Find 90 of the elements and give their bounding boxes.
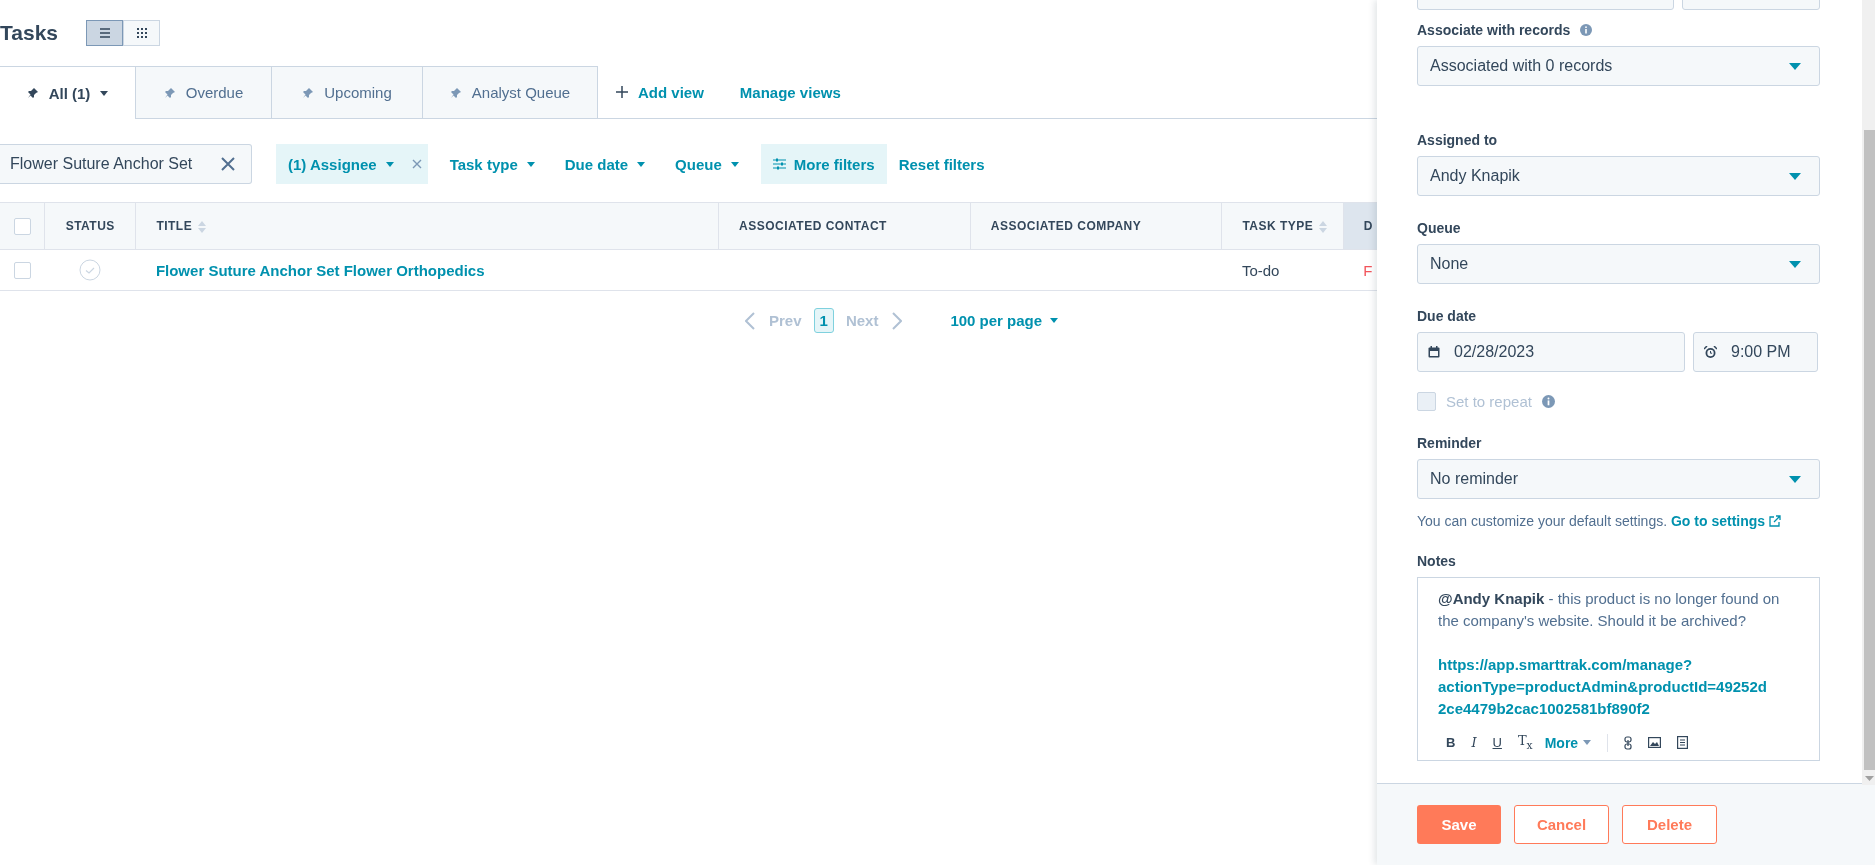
pin-icon — [26, 87, 39, 99]
view-tab[interactable]: All (1) — [0, 66, 136, 119]
clear-button[interactable]: T$_{x}$ — [1517, 733, 1533, 752]
per-page-dropdown[interactable]: 100 per page — [950, 312, 1059, 329]
info-icon[interactable] — [1580, 24, 1593, 36]
caret-icon — [1050, 318, 1059, 323]
task-title-link[interactable]: Flower Suture Anchor Set Flower Orthopedics — [155, 261, 485, 279]
note-text: @Andy Knapik - this product is no longer found on the company's website. Should it be archived? — [1438, 589, 1781, 631]
chevron-left-icon — [745, 311, 755, 330]
chevron-right-icon — [892, 311, 903, 330]
bold-button[interactable]: B — [1446, 735, 1456, 751]
caret-icon — [1583, 740, 1592, 746]
more-dropdown[interactable]: More — [1544, 734, 1592, 751]
caret-icon — [1789, 172, 1801, 180]
table-cell: F — [1363, 261, 1373, 279]
pin-icon — [449, 86, 462, 99]
go-to-settings-link[interactable]: Go to settings — [1670, 513, 1782, 529]
column-header[interactable]: TASK TYPE — [1221, 202, 1344, 250]
caret-icon — [730, 161, 739, 167]
caret-icon — [637, 161, 646, 167]
view-tab[interactable]: Upcoming — [272, 66, 423, 118]
list-view-button[interactable] — [86, 20, 123, 46]
calendar-icon — [1428, 346, 1440, 358]
save-button[interactable]: Save — [1417, 805, 1501, 844]
search-field[interactable]: Flower Suture Anchor Set — [0, 144, 252, 184]
sort-icon[interactable] — [198, 220, 207, 233]
info-icon[interactable] — [1541, 395, 1555, 408]
time-field[interactable]: 9:00 PM — [1693, 332, 1818, 372]
pin-icon — [163, 86, 176, 99]
field-label: Associate with records — [1417, 22, 1571, 38]
status-check-icon[interactable] — [79, 259, 102, 281]
note-link[interactable]: https://app.smarttrak.com/manage?actionType=productAdmin&productId=49252d2ce4479b2cac1002581bf890f2 — [1438, 654, 1768, 720]
link-icon[interactable] — [1624, 735, 1633, 750]
underline-button[interactable]: U — [1492, 735, 1502, 751]
image-icon[interactable] — [1648, 737, 1662, 749]
date-field[interactable]: 02/28/2023 — [1417, 332, 1685, 372]
panel-button[interactable]: Cancel — [1514, 805, 1609, 844]
grid-view-button[interactable] — [123, 20, 160, 46]
pin-icon — [302, 86, 315, 99]
caret-icon — [526, 161, 535, 167]
italic-button[interactable]: I — [1471, 735, 1477, 751]
field-label: Queue — [1417, 220, 1461, 236]
remove-filter-icon[interactable] — [411, 159, 422, 169]
column-header[interactable]: STATUS — [44, 202, 136, 250]
select-dropdown[interactable]: Associated with 0 records — [1417, 46, 1820, 86]
select-all-checkbox[interactable] — [13, 217, 31, 235]
page-title: Tasks — [0, 21, 58, 45]
select-dropdown[interactable]: No reminder — [1417, 459, 1820, 499]
add-view-button[interactable]: Add view — [616, 66, 704, 118]
column-header[interactable]: ASSOCIATED CONTACT — [718, 202, 971, 250]
sort-icon[interactable] — [1319, 220, 1328, 233]
select-dropdown[interactable]: Andy Knapik — [1417, 156, 1820, 196]
filter-dropdown[interactable]: Due date — [564, 144, 646, 184]
panel-button[interactable]: Delete — [1622, 805, 1717, 844]
row-checkbox[interactable] — [13, 261, 31, 279]
field-label: Reminder — [1417, 435, 1482, 451]
field-label: Assigned to — [1417, 132, 1498, 148]
list-icon — [98, 28, 111, 38]
page-number[interactable]: 1 — [813, 308, 834, 333]
caret-icon — [1789, 260, 1801, 268]
filter-dropdown[interactable]: Queue — [675, 144, 739, 184]
help-text: You can customize your default settings. Go to settings — [1417, 513, 1820, 529]
snippet-icon[interactable] — [1677, 736, 1689, 750]
sliders-icon — [772, 158, 786, 170]
column-header[interactable]: ASSOCIATED COMPANY — [970, 202, 1222, 250]
caret-icon — [1789, 62, 1801, 70]
manage-views-link[interactable]: Manage views — [739, 66, 841, 118]
caret-icon — [1789, 475, 1801, 483]
external-link-icon — [1769, 515, 1782, 527]
caret-icon — [385, 161, 394, 167]
select-dropdown[interactable]: None — [1417, 244, 1820, 284]
grid-icon — [136, 28, 147, 38]
alarm-clock-icon — [1704, 345, 1717, 359]
scrollbar[interactable] — [1862, 0, 1875, 785]
column-header[interactable]: D — [1343, 202, 1377, 250]
column-header[interactable]: TITLE — [135, 202, 719, 250]
notes-editor[interactable] — [1417, 577, 1820, 761]
plus-icon — [616, 86, 628, 98]
more-filters-button[interactable]: More filters — [760, 144, 887, 184]
view-tab[interactable]: Analyst Queue — [423, 66, 598, 118]
field-label: Notes — [1417, 553, 1456, 569]
reset-filters-link[interactable]: Reset filters — [898, 144, 985, 184]
repeat-label: Set to repeat — [1446, 393, 1532, 410]
table-cell: To-do — [1241, 261, 1280, 279]
view-tab[interactable]: Overdue — [136, 66, 272, 118]
scroll-down-icon[interactable] — [1865, 776, 1874, 781]
filter-dropdown[interactable]: Task type — [449, 144, 535, 184]
field-label: Due date — [1417, 308, 1477, 324]
clear-icon[interactable] — [221, 157, 235, 171]
caret-icon — [100, 90, 109, 96]
